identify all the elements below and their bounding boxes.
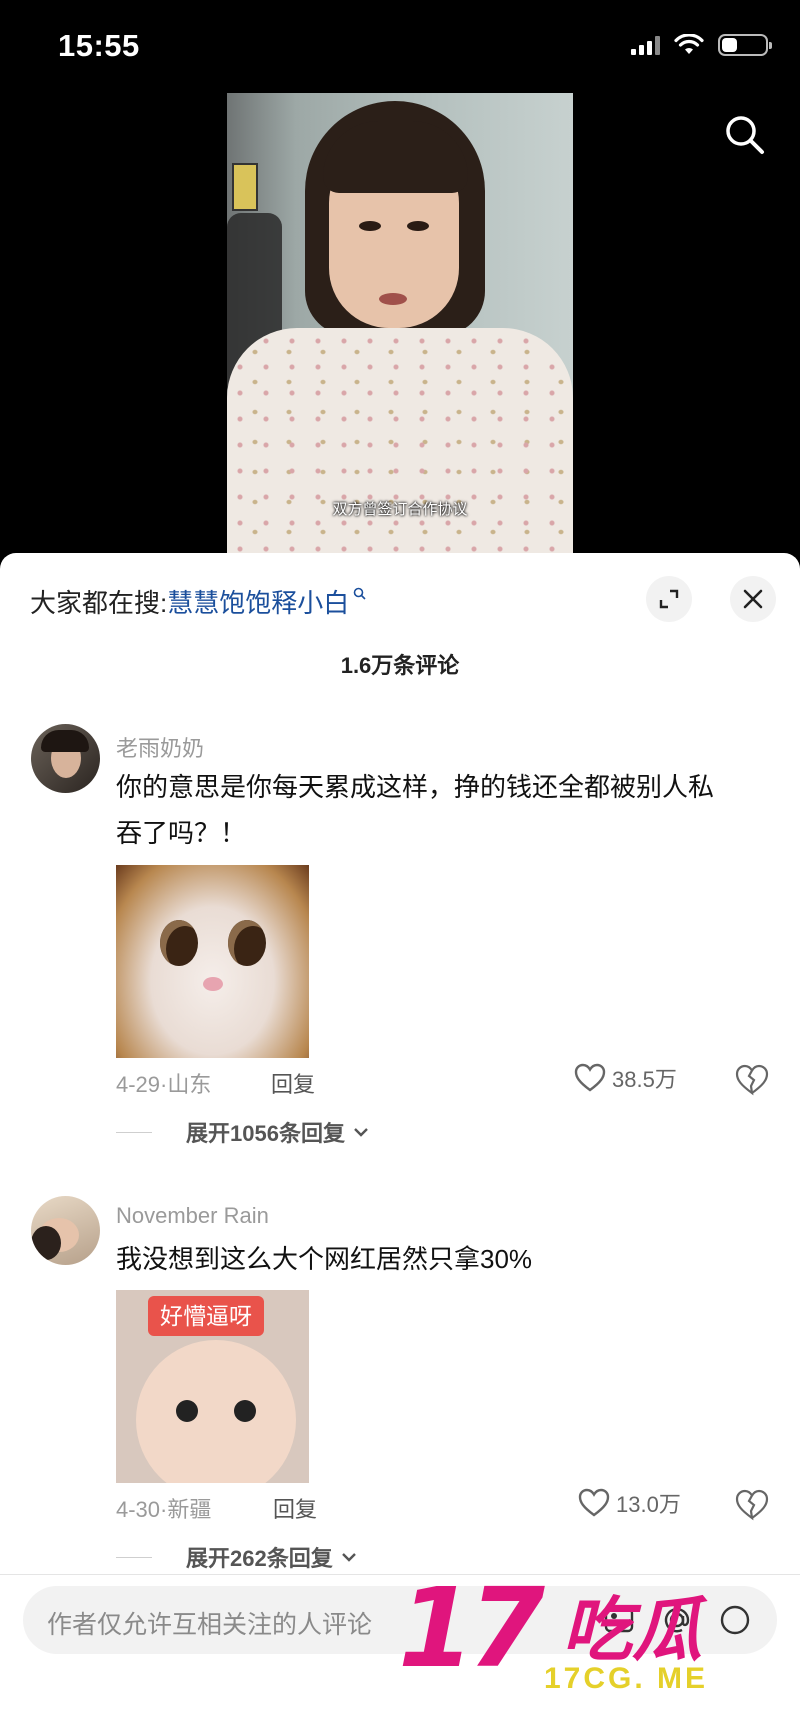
battery-level bbox=[722, 38, 737, 52]
close-icon bbox=[743, 589, 763, 609]
avatar[interactable] bbox=[31, 724, 100, 793]
cat-sticker-image bbox=[116, 865, 309, 1058]
divider bbox=[116, 1556, 152, 1558]
comment-sheet: 大家都在搜: 慧慧饱饱释小白 1.6万条评论 老雨奶奶 你的意思是你每天累成这样… bbox=[0, 553, 800, 1731]
comment-text: 你的意思是你每天累成这样，挣的钱还全都被别人私 吞了吗？！ bbox=[116, 764, 776, 856]
reply-button[interactable]: 回复 bbox=[273, 1492, 317, 1524]
person-eye-left bbox=[359, 221, 381, 231]
cat-eye-left bbox=[160, 920, 198, 966]
cat-eye-right bbox=[228, 920, 266, 966]
like-count: 13.0万 bbox=[616, 1492, 681, 1517]
baby-eye-left bbox=[176, 1400, 198, 1422]
like-button[interactable]: 38.5万 bbox=[574, 1062, 677, 1094]
expand-replies-label: 展开262条回复 bbox=[186, 1546, 333, 1571]
baby-face bbox=[136, 1340, 296, 1483]
hot-search-prefix: 大家都在搜: bbox=[30, 588, 168, 618]
avatar[interactable] bbox=[31, 1196, 100, 1265]
watermark-site: 17CG. ME bbox=[544, 1662, 709, 1695]
comment-meta: 4-29·山东 bbox=[116, 1072, 212, 1097]
comment-username[interactable]: 老雨奶奶 bbox=[116, 731, 204, 763]
like-button[interactable]: 13.0万 bbox=[578, 1487, 681, 1519]
expand-icon bbox=[659, 589, 679, 609]
heart-icon bbox=[578, 1488, 610, 1517]
comment-sticker[interactable] bbox=[116, 865, 309, 1058]
like-count: 38.5万 bbox=[612, 1067, 677, 1092]
comment-input-placeholder: 作者仅允许互相关注的人评论 bbox=[47, 1611, 373, 1639]
hot-search-bar[interactable]: 大家都在搜: 慧慧饱饱释小白 bbox=[30, 583, 366, 620]
comment-text-line: 我没想到这么大个网红居然只拿30% bbox=[116, 1244, 533, 1274]
divider bbox=[116, 1131, 152, 1133]
expand-button[interactable] bbox=[646, 576, 692, 622]
comment-text-line: 吞了吗？！ bbox=[116, 818, 247, 848]
video-subtitle: 双方曾签订合作协议 bbox=[332, 501, 468, 518]
comment-username[interactable]: November Rain bbox=[116, 1203, 269, 1229]
person-eye-right bbox=[407, 221, 429, 231]
comment-count: 1.6万条评论 bbox=[340, 653, 460, 678]
battery-icon bbox=[718, 34, 772, 56]
expand-replies-button[interactable]: 展开1056条回复 bbox=[116, 1116, 371, 1148]
comment-text: 我没想到这么大个网红居然只拿30% bbox=[116, 1236, 776, 1282]
sticker-caption: 好懵逼呀 bbox=[148, 1296, 264, 1336]
video-player[interactable]: 双方曾签订合作协议 bbox=[0, 93, 800, 553]
comment-text-line: 你的意思是你每天累成这样，挣的钱还全都被别人私 bbox=[116, 772, 715, 802]
broken-heart-icon[interactable] bbox=[734, 1063, 770, 1097]
cellular-signal-icon bbox=[631, 35, 660, 55]
status-bar: 15:55 bbox=[0, 0, 800, 96]
cat-nose bbox=[203, 977, 223, 991]
chevron-down-icon bbox=[354, 1128, 368, 1137]
baby-sticker-image: 好懵逼呀 bbox=[116, 1290, 309, 1483]
broken-heart-icon[interactable] bbox=[734, 1488, 770, 1522]
heart-icon bbox=[574, 1063, 606, 1092]
search-small-icon bbox=[353, 587, 366, 600]
person-mouth bbox=[379, 293, 407, 305]
wifi-icon bbox=[674, 34, 704, 54]
expand-replies-label: 展开1056条回复 bbox=[186, 1121, 345, 1146]
reply-button[interactable]: 回复 bbox=[271, 1067, 315, 1099]
watermark-logo: 17 吃瓜 17CG. ME bbox=[398, 1564, 778, 1706]
comment-sticker[interactable]: 好懵逼呀 bbox=[116, 1290, 309, 1483]
chevron-down-icon bbox=[341, 1553, 356, 1562]
person-bangs bbox=[323, 121, 468, 193]
close-button[interactable] bbox=[730, 576, 776, 622]
search-icon[interactable] bbox=[722, 112, 768, 158]
hot-search-term[interactable]: 慧慧饱饱释小白 bbox=[167, 583, 349, 620]
poster-image bbox=[232, 163, 258, 211]
person-shirt bbox=[227, 328, 573, 553]
watermark-number: 17 bbox=[398, 1564, 545, 1692]
baby-eye-right bbox=[234, 1400, 256, 1422]
video-frame[interactable]: 双方曾签订合作协议 bbox=[227, 93, 573, 553]
status-time: 15:55 bbox=[58, 28, 140, 63]
expand-replies-button[interactable]: 展开262条回复 bbox=[116, 1541, 359, 1573]
status-icons bbox=[631, 34, 772, 56]
watermark-text: 吃瓜 bbox=[562, 1591, 702, 1669]
comment-meta: 4-30·新疆 bbox=[116, 1497, 212, 1522]
